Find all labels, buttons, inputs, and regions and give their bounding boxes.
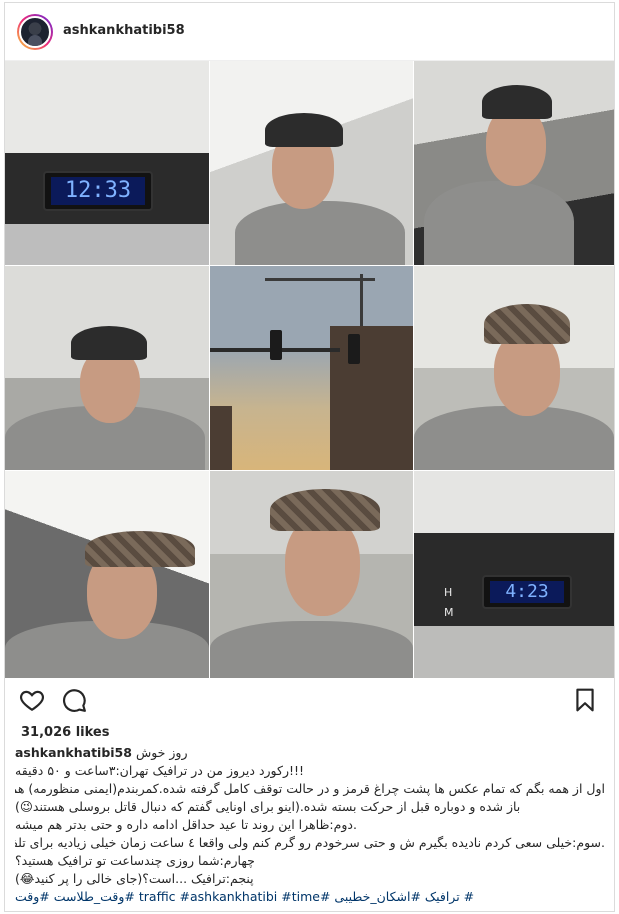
checked-cap xyxy=(85,531,195,567)
photo-tile-traffic-light xyxy=(210,266,413,470)
building xyxy=(210,406,232,470)
clock-label-h: H xyxy=(444,586,453,599)
traffic-light xyxy=(348,334,360,364)
crane-mast xyxy=(360,274,363,334)
avatar[interactable] xyxy=(17,14,53,50)
post-photo-collage[interactable]: 12:33 4:23 H M xyxy=(5,61,614,678)
photo-tile-selfie-driving xyxy=(414,61,614,265)
cap xyxy=(482,85,552,119)
post-header: ashkankhatibi58 xyxy=(5,3,614,61)
caption-line: .دوم:ظاهرا این روند تا عید حداقل ادامه د… xyxy=(15,817,357,832)
username-link[interactable]: ashkankhatibi58 xyxy=(63,23,185,38)
checked-cap xyxy=(484,304,570,344)
comment-icon[interactable] xyxy=(61,687,87,713)
photo-tile-selfie-hand-chin xyxy=(5,471,209,678)
photo-tile-selfie-tired xyxy=(210,471,413,678)
cap xyxy=(71,326,147,360)
cap xyxy=(265,113,343,147)
clock-time: 12:33 xyxy=(51,177,145,205)
bookmark-icon[interactable] xyxy=(572,687,598,713)
caption-line: باز شده و دوباره قبل از حرکت بسته شده.(ا… xyxy=(15,799,521,814)
photo-tile-selfie-wink xyxy=(5,266,209,470)
heart-icon[interactable] xyxy=(19,687,45,713)
photo-tile-selfie-checked-cap xyxy=(414,266,614,470)
instagram-post: ashkankhatibi58 12:33 4:23 H M 31,026 li… xyxy=(4,2,615,912)
caption-line: پنجم:ترافیک ...است؟(جای خالی را پر کنید😂… xyxy=(15,871,254,886)
sweater xyxy=(210,621,413,678)
caption-greeting: روز خوش xyxy=(135,745,188,760)
action-bar xyxy=(5,679,614,717)
photo-tile-clock-start: 12:33 xyxy=(5,61,209,265)
photo-tile-clock-end: 4:23 H M xyxy=(414,471,614,678)
dashboard-clock: 12:33 xyxy=(43,171,153,211)
like-count[interactable]: 31,026 likes xyxy=(21,725,109,740)
post-caption: ashkankhatibi58 روز خوش !!!رکورد دیروز م… xyxy=(15,744,605,906)
caption-line: !!!رکورد دیروز من در ترافیک تهران:۳ساعت … xyxy=(15,763,305,778)
clock-labels: H M xyxy=(444,583,454,623)
dashboard-clock: 4:23 xyxy=(482,575,572,609)
crane-arm xyxy=(265,278,375,281)
avatar-image xyxy=(19,16,51,48)
caption-hashtags[interactable]: # ترافیک #اشکان_خطیبی #traffic #ashkankh… xyxy=(15,888,605,906)
caption-username[interactable]: ashkankhatibi58 xyxy=(15,745,132,760)
caption-line: .سوم:خیلی سعی کردم نادیده بگیرم ش و حتی … xyxy=(15,835,605,850)
caption-line: اول از همه بگم که تمام عکس ها پشت چراغ ق… xyxy=(15,781,605,796)
caption-first-line: ashkankhatibi58 روز خوش xyxy=(15,744,605,762)
clock-label-m: M xyxy=(444,606,454,619)
traffic-light xyxy=(270,330,282,360)
face xyxy=(285,516,360,616)
sweater xyxy=(424,181,574,265)
sweater xyxy=(235,201,405,265)
caption-line: چهارم:شما روزی چندساعت تو ترافیک هستید؟ xyxy=(15,853,255,868)
sweater xyxy=(414,406,614,470)
clock-time: 4:23 xyxy=(490,581,564,603)
building xyxy=(330,326,413,470)
checked-cap xyxy=(270,489,380,531)
photo-tile-selfie-smile xyxy=(210,61,413,265)
